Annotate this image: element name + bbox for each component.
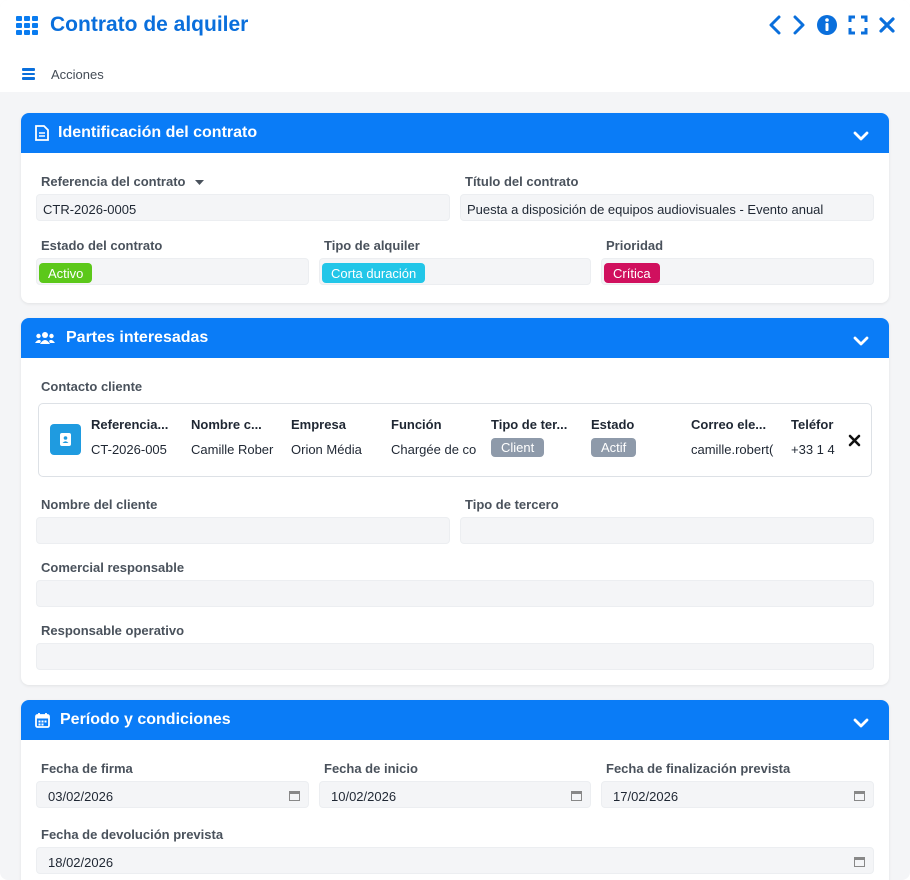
document-icon	[35, 125, 49, 146]
period-panel-title: Período y condiciones	[60, 711, 231, 728]
identification-panel: Identificación del contrato Referencia d…	[21, 113, 889, 303]
calendar-icon[interactable]	[571, 789, 582, 804]
contact-col-company: Empresa Orion Média	[291, 417, 362, 457]
end-date-field[interactable]: 17/02/2026	[601, 781, 874, 808]
calendar-icon[interactable]	[854, 789, 865, 804]
signature-date-label: Fecha de firma	[41, 761, 133, 776]
priority-badge: Crítica	[604, 263, 660, 283]
parties-panel: Partes interesadas Contacto cliente Refe…	[21, 318, 889, 685]
signature-date-field[interactable]: 03/02/2026	[36, 781, 309, 808]
period-panel: Período y condiciones Fecha de firma 03/…	[21, 700, 889, 880]
period-panel-header[interactable]: Período y condiciones	[21, 700, 889, 740]
contract-title-field[interactable]: Puesta a disposición de equipos audiovis…	[460, 194, 874, 221]
start-date-label: Fecha de inicio	[324, 761, 418, 776]
chevron-down-icon[interactable]	[853, 715, 869, 733]
contact-status-badge: Actif	[591, 438, 637, 457]
info-icon[interactable]	[816, 14, 838, 36]
chevron-left-icon[interactable]	[768, 15, 782, 35]
contact-col-phone: Teléfor +33 1 4	[791, 417, 835, 457]
operations-label: Responsable operativo	[41, 623, 185, 638]
fullscreen-icon[interactable]	[848, 15, 868, 35]
caret-down-icon	[195, 179, 205, 185]
contract-title-label: Título del contrato	[465, 174, 579, 189]
priority-label: Prioridad	[606, 238, 664, 253]
calendar-icon[interactable]	[854, 855, 865, 870]
page-title: Contrato de alquiler	[50, 13, 249, 36]
reference-field[interactable]: CTR-2026-0005	[36, 194, 450, 221]
start-date-field[interactable]: 10/02/2026	[319, 781, 591, 808]
identification-panel-header[interactable]: Identificación del contrato	[21, 113, 889, 153]
end-date-label: Fecha de finalización prevista	[606, 761, 791, 776]
sales-label: Comercial responsable	[41, 560, 185, 575]
status-label: Estado del contrato	[41, 238, 163, 253]
client-name-label: Nombre del cliente	[41, 497, 158, 512]
third-type-label: Tipo de tercero	[465, 497, 559, 512]
contact-card-icon	[50, 424, 81, 455]
client-name-field[interactable]	[36, 517, 450, 544]
rental-type-label: Tipo de alquiler	[324, 238, 420, 253]
remove-contact-icon[interactable]	[848, 434, 861, 452]
chevron-right-icon[interactable]	[792, 15, 806, 35]
actions-menu[interactable]: Acciones	[51, 67, 104, 82]
identification-panel-title: Identificación del contrato	[58, 124, 258, 141]
third-type-field[interactable]	[460, 517, 874, 544]
contact-col-function: Función Chargée de co	[391, 417, 477, 457]
close-icon[interactable]	[878, 16, 896, 34]
parties-panel-header[interactable]: Partes interesadas	[21, 318, 889, 358]
reference-label: Referencia del contrato	[41, 174, 205, 189]
third-type-badge: Client	[491, 438, 545, 457]
contact-label: Contacto cliente	[41, 379, 143, 394]
contact-col-name: Nombre c... Camille Rober	[191, 417, 274, 457]
chevron-down-icon[interactable]	[853, 128, 869, 146]
contact-col-third-type: Tipo de ter... Client	[491, 417, 568, 457]
title-bar: Contrato de alquiler	[0, 0, 910, 52]
contact-col-reference: Referencia... CT-2026-005	[91, 417, 169, 457]
calendar-icon	[35, 712, 50, 733]
rental-type-badge: Corta duración	[322, 263, 426, 283]
return-date-field[interactable]: 18/02/2026	[36, 847, 874, 874]
users-icon	[35, 331, 55, 350]
contact-card[interactable]: Referencia... CT-2026-005 Nombre c... Ca…	[38, 403, 872, 477]
return-date-label: Fecha de devolución prevista	[41, 827, 224, 842]
parties-panel-title: Partes interesadas	[66, 329, 209, 346]
calendar-icon[interactable]	[289, 789, 300, 804]
chevron-down-icon[interactable]	[853, 333, 869, 351]
app-window: Contrato de alquiler Acciones Identifica…	[0, 0, 910, 880]
contact-col-email: Correo ele... camille.robert(	[691, 417, 774, 457]
status-badge: Activo	[39, 263, 93, 283]
actions-bar: Acciones	[0, 52, 910, 92]
operations-field[interactable]	[36, 643, 874, 670]
sales-field[interactable]	[36, 580, 874, 607]
menu-icon[interactable]	[22, 68, 35, 80]
contact-col-status: Estado Actif	[591, 417, 637, 457]
app-grid-icon[interactable]	[16, 16, 40, 36]
